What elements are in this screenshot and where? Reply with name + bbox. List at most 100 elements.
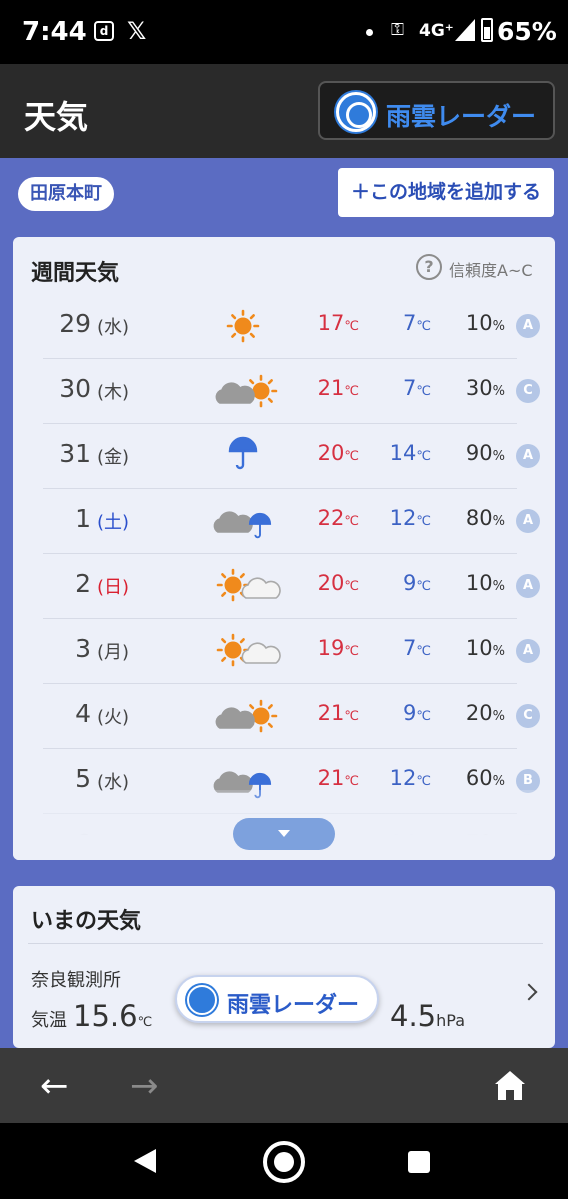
temp-unit: ℃ (344, 449, 359, 464)
current-weather-card[interactable]: いまの天気 奈良観測所 気温 15.6℃ 4.5hPa (13, 886, 555, 1048)
rain-radar-label: 雨雲レーダー (386, 102, 537, 131)
x-notification-icon: 𝕏 (127, 17, 147, 45)
percent-unit: % (492, 579, 505, 594)
temp-unit: ℃ (344, 514, 359, 529)
system-home-icon[interactable] (263, 1141, 305, 1183)
reliability-grade-badge: C (516, 379, 540, 403)
forecast-weekday: (火) (97, 707, 130, 728)
help-icon[interactable]: ? (416, 254, 442, 280)
precip-value: 10 (465, 311, 493, 335)
forecast-precip-chance: 10% (443, 636, 505, 660)
temp-unit: ℃ (416, 514, 431, 529)
rain-radar-button[interactable]: 雨雲レーダー (318, 81, 555, 140)
low-temp-value: 14 (389, 441, 417, 465)
forecast-low-temp: 12℃ (369, 766, 431, 790)
forecast-weekday: (月) (97, 642, 130, 663)
reliability-label[interactable]: 信頼度A~C (449, 257, 533, 281)
station-name: 奈良観測所 (31, 970, 121, 991)
floating-rain-radar-button[interactable]: 雨雲レーダー (175, 975, 379, 1023)
forecast-row[interactable]: 3 (月) 19℃ 7℃ 10% A (13, 619, 555, 684)
temperature-value: 15.6 (73, 999, 138, 1033)
forecast-precip-chance: 10% (443, 311, 505, 335)
temp-unit: ℃ (416, 449, 431, 464)
forecast-day: 4 (75, 699, 91, 728)
status-time: 7:44 (22, 17, 87, 47)
precip-value: 10 (465, 636, 493, 660)
temp-unit: ℃ (416, 579, 431, 594)
forecast-day: 3 (75, 634, 91, 663)
reliability-grade-badge: A (516, 444, 540, 468)
temp-unit: ℃ (344, 709, 359, 724)
forecast-row[interactable]: 1 (土) 22℃ 12℃ 80% A (13, 489, 555, 554)
system-back-icon[interactable] (134, 1149, 156, 1173)
temp-unit: ℃ (416, 644, 431, 659)
cloudy-then-sunny-icon (215, 374, 278, 408)
location-chip[interactable]: 田原本町 (18, 177, 114, 211)
forecast-high-temp: 20℃ (295, 571, 359, 595)
sunny-then-cloudy-icon (216, 633, 281, 667)
low-temp-value: 9 (403, 701, 417, 725)
reliability-grade-badge: A (516, 639, 540, 663)
percent-unit: % (492, 319, 505, 334)
high-temp-value: 22 (317, 506, 345, 530)
forecast-day: 1 (75, 504, 91, 533)
pressure-reading: 4.5hPa (390, 999, 465, 1033)
low-temp-value: 9 (403, 571, 417, 595)
forecast-high-temp: 22℃ (295, 506, 359, 530)
forecast-row[interactable]: 31 (金) 20℃ 14℃ 90% A (13, 424, 555, 489)
forecast-row[interactable]: 30 (木) 21℃ 7℃ 30% C (13, 359, 555, 424)
reliability-grade-badge: A (516, 314, 540, 338)
high-temp-value: 21 (317, 701, 345, 725)
forecast-row[interactable]: 2 (日) 20℃ 9℃ 10% A (13, 554, 555, 619)
home-icon[interactable] (492, 1067, 528, 1103)
forecast-precip-chance: 60% (443, 766, 505, 790)
high-temp-value: 21 (317, 376, 345, 400)
temperature-label: 気温 (31, 1010, 67, 1031)
browser-toolbar: ← → (0, 1048, 568, 1123)
forecast-row[interactable]: 29 (水) 17℃ 7℃ 10% A (13, 294, 555, 359)
precip-value: 30 (465, 376, 493, 400)
battery-icon (481, 18, 493, 42)
chevron-right-icon[interactable] (520, 983, 538, 1001)
expand-list-button[interactable] (233, 818, 335, 850)
percent-unit: % (492, 644, 505, 659)
forecast-weekday: (土) (97, 512, 130, 533)
system-navigation-bar (0, 1123, 568, 1199)
forecast-day: 29 (59, 309, 91, 338)
forecast-low-temp: 14℃ (369, 441, 431, 465)
system-recents-icon[interactable] (408, 1151, 430, 1173)
precip-value: 80 (465, 506, 493, 530)
temperature-reading: 気温 15.6℃ (31, 999, 152, 1033)
add-region-button[interactable]: ＋この地域を追加する (338, 168, 554, 217)
forecast-precip-chance: 90% (443, 441, 505, 465)
forward-arrow-icon[interactable]: → (130, 1066, 159, 1106)
percent-unit: % (492, 774, 505, 789)
low-temp-value: 7 (403, 636, 417, 660)
forecast-low-temp: 7℃ (369, 636, 431, 660)
reliability-grade-badge: A (516, 574, 540, 598)
forecast-low-temp: 7℃ (369, 376, 431, 400)
percent-unit: % (492, 449, 505, 464)
temp-unit: ℃ (344, 579, 359, 594)
page-title: 天気 (24, 98, 89, 136)
forecast-low-temp: 9℃ (369, 571, 431, 595)
weekly-weather-title: 週間天気 (31, 261, 120, 286)
divider (28, 943, 543, 944)
forecast-high-temp: 19℃ (295, 636, 359, 660)
low-temp-value: 7 (403, 311, 417, 335)
reliability-grade-badge: C (516, 704, 540, 728)
signal-icon (455, 19, 475, 41)
temp-unit: ℃ (344, 644, 359, 659)
precip-value: 60 (465, 766, 493, 790)
temp-unit: ℃ (344, 384, 359, 399)
forecast-precip-chance: 30% (443, 376, 505, 400)
radar-icon (187, 985, 217, 1015)
precip-value: 20 (465, 701, 493, 725)
back-arrow-icon[interactable]: ← (40, 1066, 69, 1106)
rain-umbrella-icon (228, 436, 258, 470)
low-temp-value: 12 (389, 766, 417, 790)
forecast-weekday: (金) (97, 447, 130, 468)
forecast-low-temp: 9℃ (369, 701, 431, 725)
temp-unit: ℃ (416, 774, 431, 789)
forecast-row[interactable]: 4 (火) 21℃ 9℃ 20% C (13, 684, 555, 749)
